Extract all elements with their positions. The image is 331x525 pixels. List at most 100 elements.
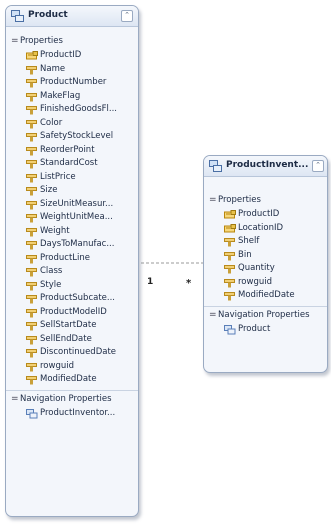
property-name: SizeUnitMeasur... [40,198,114,209]
property-row[interactable]: SizeUnitMeasur... [6,198,138,212]
property-row[interactable]: ProductID [6,49,138,63]
property-icon [26,65,37,74]
property-icon [26,227,37,236]
property-row[interactable]: MakeFlag [6,90,138,104]
property-icon [26,362,37,371]
key-property-icon [224,210,236,219]
property-row[interactable]: rowguid [6,360,138,374]
navigation-label: Navigation Properties [218,309,310,320]
property-name: rowguid [238,276,272,287]
multiplicity-many: * [186,278,192,289]
property-icon [26,119,37,128]
property-row[interactable]: Shelf [204,235,327,249]
property-row[interactable]: ProductNumber [6,76,138,90]
property-name: ModifiedDate [40,374,97,384]
property-icon [26,173,37,182]
property-row[interactable]: FinishedGoodsFl... [6,103,138,117]
property-icon [26,349,37,358]
property-icon [26,268,37,277]
property-icon [26,160,37,169]
property-icon [26,308,37,317]
property-name: ModifiedDate [238,290,295,300]
property-icon [26,376,37,385]
product-inventory-entity[interactable]: ProductInvent... ⌃ = Properties ProductI… [203,155,328,373]
property-row[interactable]: SellEndDate [6,333,138,347]
navigation-section-header[interactable]: = Navigation Properties [204,305,327,323]
collapse-minus-icon[interactable]: = [11,394,19,404]
property-icon [26,79,37,88]
property-row[interactable]: DiscontinuedDate [6,346,138,360]
property-row[interactable]: ProductLine [6,252,138,266]
property-row[interactable]: ProductSubcate... [6,292,138,306]
entity-title: Product [28,10,68,20]
property-row[interactable]: rowguid [204,276,327,290]
property-icon [224,278,235,287]
property-row[interactable]: ModifiedDate [6,373,138,387]
property-name: Size [40,185,58,195]
property-name: ReorderPoint [40,144,95,155]
property-row[interactable]: Quantity [204,262,327,276]
property-name: ProductModelID [40,306,107,317]
property-row[interactable]: StandardCost [6,157,138,171]
properties-section-header[interactable]: = Properties [204,192,327,208]
product-entity[interactable]: Product ⌃ = Properties ProductID Name Prod… [5,5,139,517]
entity-header[interactable]: Product ⌃ [6,6,138,27]
property-row[interactable]: Style [6,279,138,293]
property-name: ProductNumber [40,77,107,87]
properties-label: Properties [20,36,63,46]
property-name: Style [40,279,62,290]
entity-icon [209,160,222,172]
property-row[interactable]: Name [6,63,138,77]
property-row[interactable]: Bin [204,249,327,263]
property-name: Color [40,117,63,128]
property-icon [224,265,235,274]
property-name: Weight [40,225,70,236]
property-name: DiscontinuedDate [40,347,117,357]
navigation-property-row[interactable]: ProductInventor... [6,407,138,421]
property-icon [26,281,37,290]
property-row[interactable]: SafetyStockLevel [6,130,138,144]
property-row[interactable]: ListPrice [6,171,138,185]
property-name: SellEndDate [40,333,92,344]
properties-label: Properties [218,195,261,205]
property-name: MakeFlag [40,90,81,101]
key-property-icon [224,223,236,232]
property-icon [26,254,37,263]
property-list: ProductID LocationID Shelf Bin Quantity rowgu… [204,208,327,303]
property-icon [26,200,37,209]
property-row[interactable]: WeightUnitMea... [6,211,138,225]
property-row[interactable]: ProductID [204,208,327,222]
collapse-icon[interactable]: ⌃ [121,10,133,22]
multiplicity-one: 1 [147,277,153,287]
entity-header[interactable]: ProductInvent... ⌃ [204,156,327,177]
collapse-minus-icon[interactable]: = [209,195,217,205]
property-row[interactable]: Size [6,184,138,198]
property-row[interactable]: SellStartDate [6,319,138,333]
property-list: ProductID Name ProductNumber MakeFlag Finish… [6,49,138,387]
property-icon [26,322,37,331]
property-name: WeightUnitMea... [40,212,113,222]
collapse-minus-icon[interactable]: = [11,36,19,46]
property-row[interactable]: DaysToManufac... [6,238,138,252]
collapse-icon[interactable]: ⌃ [312,160,324,172]
navigation-section-header[interactable]: = Navigation Properties [6,389,138,407]
navigation-label: Navigation Properties [20,393,112,404]
property-row[interactable]: ReorderPoint [6,144,138,158]
properties-section-header[interactable]: = Properties [6,33,138,49]
navigation-list: ProductInventor... [6,407,138,421]
property-icon [26,241,37,250]
navigation-property-icon [224,324,236,334]
collapse-minus-icon[interactable]: = [209,310,217,320]
navigation-list: Product [204,323,327,337]
property-row[interactable]: LocationID [204,222,327,236]
property-row[interactable]: ProductModelID [6,306,138,320]
property-row[interactable]: ModifiedDate [204,289,327,303]
property-icon [26,133,37,142]
property-icon [26,92,37,101]
property-row[interactable]: Weight [6,225,138,239]
property-row[interactable]: Class [6,265,138,279]
navigation-property-row[interactable]: Product [204,323,327,337]
property-name: StandardCost [40,158,98,168]
property-icon [26,214,37,223]
property-row[interactable]: Color [6,117,138,131]
